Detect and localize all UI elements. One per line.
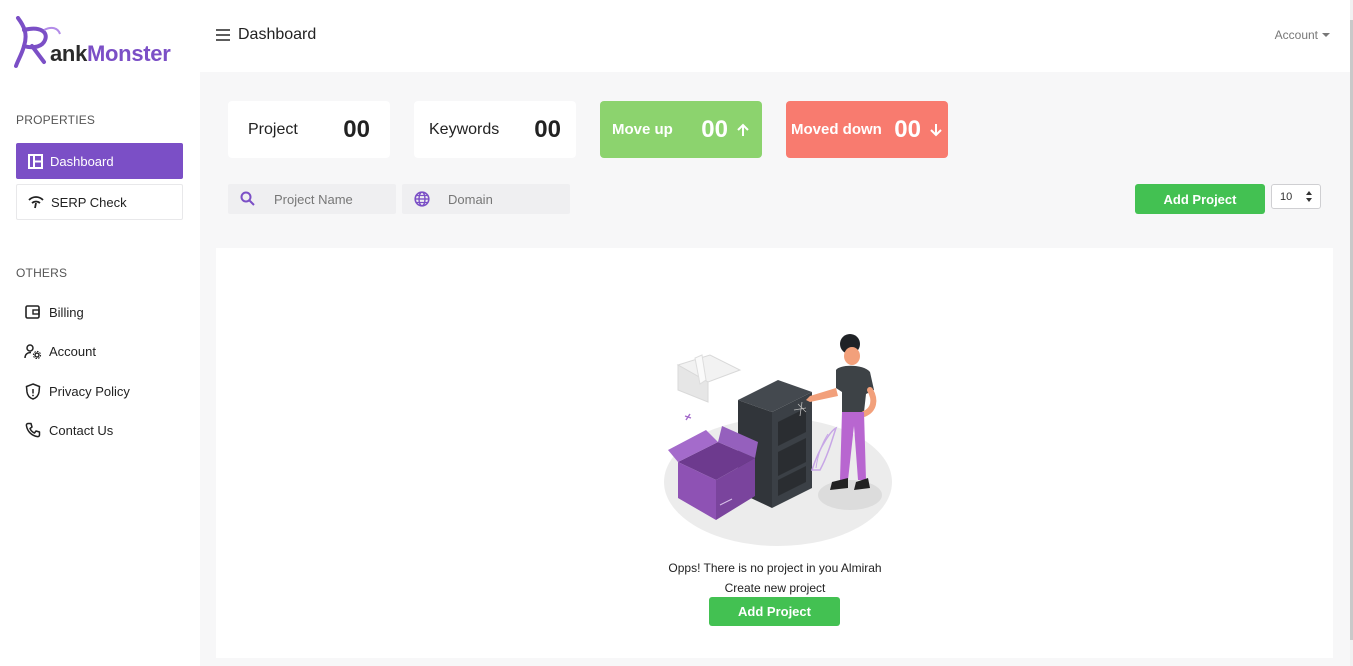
page-size-select[interactable]: 10: [1271, 184, 1321, 209]
domain-filter: [402, 184, 570, 214]
caret-down-icon: [1322, 33, 1330, 37]
empty-state-message: Opps! There is no project in you Almirah: [668, 561, 882, 575]
sidebar-item-contact-us[interactable]: Contact Us: [24, 419, 113, 441]
top-header: Dashboard Account: [200, 0, 1350, 72]
arrow-down-icon: [929, 123, 943, 137]
sort-updown-icon: [1306, 191, 1312, 202]
hamburger-menu-icon[interactable]: [215, 28, 231, 42]
sidebar-item-label: Privacy Policy: [49, 383, 130, 399]
sidebar-item-label: Account: [49, 343, 96, 359]
empty-state-submessage: Create new project: [724, 581, 826, 595]
page-title: Dashboard: [238, 26, 317, 43]
sidebar-item-billing[interactable]: Billing: [24, 301, 84, 323]
empty-state-illustration: [660, 330, 900, 552]
sidebar-item-dashboard[interactable]: Dashboard: [16, 143, 183, 179]
globe-icon: [414, 191, 430, 207]
stat-label: Project: [248, 120, 298, 138]
arrow-up-icon: [736, 123, 750, 137]
stat-card-moved-down: Moved down 00: [786, 101, 948, 158]
stat-label: Keywords: [429, 120, 500, 138]
section-label-others: OTHERS: [16, 266, 68, 280]
wifi-icon: [27, 193, 45, 211]
account-dropdown-label: Account: [1274, 28, 1318, 42]
user-settings-icon: [24, 342, 42, 360]
project-name-input[interactable]: [274, 191, 384, 207]
search-icon: [240, 191, 256, 207]
empty-state-add-project-button[interactable]: Add Project: [709, 597, 840, 626]
stat-label: Move up: [612, 121, 673, 138]
stat-label: Moved down: [791, 121, 882, 138]
brand-name: ankMonster: [50, 41, 171, 66]
sidebar-item-label: Contact Us: [49, 422, 114, 438]
sidebar-item-label: Billing: [49, 304, 84, 320]
section-label-properties: PROPERTIES: [16, 113, 96, 127]
sidebar-item-serp-check[interactable]: SERP Check: [16, 184, 183, 220]
shield-icon: [24, 382, 42, 400]
domain-input[interactable]: [448, 191, 558, 207]
page-size-value: 10: [1280, 190, 1293, 203]
stat-value: 00: [894, 115, 921, 143]
sidebar-item-account[interactable]: Account: [24, 340, 96, 362]
sidebar-item-label: SERP Check: [51, 194, 127, 210]
wallet-icon: [24, 303, 42, 321]
stat-value: 00: [534, 115, 561, 143]
brand-logo[interactable]: ankMonster: [14, 16, 189, 68]
stat-value: 00: [343, 115, 370, 143]
add-project-button[interactable]: Add Project: [1135, 184, 1265, 214]
sidebar: ankMonster PROPERTIES Dashboard SERP Che…: [0, 0, 200, 666]
stat-card-keywords: Keywords 00: [414, 101, 576, 158]
stat-card-project: Project 00: [228, 101, 390, 158]
sidebar-item-label: Dashboard: [50, 153, 114, 169]
phone-icon: [24, 421, 42, 439]
dashboard-icon: [26, 152, 44, 170]
stat-card-move-up: Move up 00: [600, 101, 762, 158]
project-name-filter: [228, 184, 396, 214]
account-dropdown[interactable]: Account: [1275, 28, 1330, 42]
sidebar-item-privacy-policy[interactable]: Privacy Policy: [24, 380, 130, 402]
stat-value: 00: [701, 115, 728, 143]
